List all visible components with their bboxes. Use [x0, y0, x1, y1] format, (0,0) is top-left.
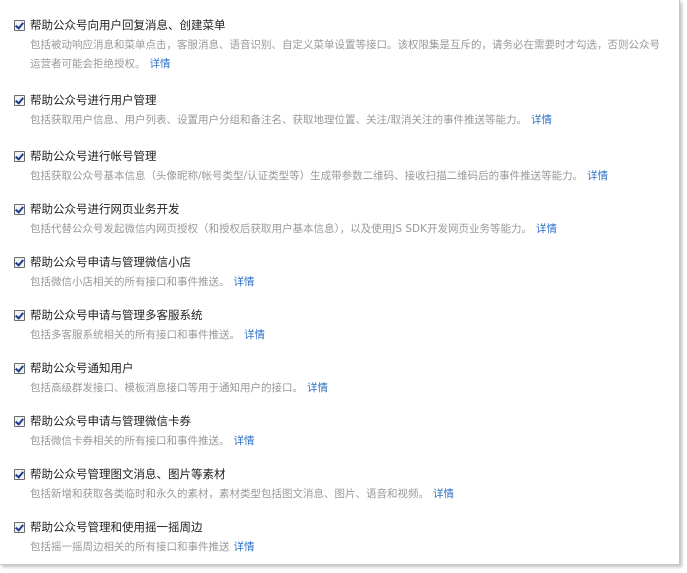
- permission-list: 帮助公众号向用户回复消息、创建菜单 包括被动响应消息和菜单点击，客服消息、语音识…: [14, 16, 674, 566]
- permission-item-web-development: 帮助公众号进行网页业务开发 包括代替公众号发起微信内网页授权（和授权后获取用户基…: [14, 200, 674, 253]
- permission-item-account-management: 帮助公众号进行帐号管理 包括获取公众号基本信息（头像昵称/帐号类型/认证类型等）…: [14, 147, 674, 200]
- permission-checkbox[interactable]: [14, 19, 25, 31]
- details-link[interactable]: 详情: [234, 435, 255, 447]
- details-link[interactable]: 详情: [234, 541, 255, 553]
- permission-checkbox[interactable]: [14, 415, 25, 427]
- permission-label: 帮助公众号申请与管理微信小店: [30, 255, 191, 269]
- permission-label: 帮助公众号进行网页业务开发: [30, 202, 180, 216]
- permission-label: 帮助公众号申请与管理微信卡券: [30, 414, 191, 428]
- permission-checkbox[interactable]: [14, 362, 25, 374]
- details-link[interactable]: 详情: [307, 382, 328, 394]
- details-link[interactable]: 详情: [433, 488, 454, 500]
- permission-description: 包括代替公众号发起微信内网页授权（和授权后获取用户基本信息），以及使用JS SD…: [30, 223, 532, 235]
- permission-checkbox[interactable]: [14, 256, 25, 268]
- permission-label: 帮助公众号通知用户: [30, 361, 134, 375]
- details-link[interactable]: 详情: [244, 329, 265, 341]
- permission-description: 包括多客服系统相关的所有接口和事件推送。: [30, 329, 240, 341]
- permission-item-wechat-store: 帮助公众号申请与管理微信小店 包括微信小店相关的所有接口和事件推送。 详情: [14, 253, 674, 306]
- permission-description: 包括被动响应消息和菜单点击，客服消息、语音识别、自定义菜单设置等接口。该权限集是…: [30, 39, 660, 70]
- permission-description: 包括微信小店相关的所有接口和事件推送。: [30, 276, 230, 288]
- permission-label: 帮助公众号进行用户管理: [30, 93, 157, 107]
- permission-description: 包括新增和获取各类临时和永久的素材，素材类型包括图文消息、图片、语音和视频。: [30, 488, 429, 500]
- details-link[interactable]: 详情: [536, 223, 557, 235]
- permission-label: 帮助公众号管理和使用摇一摇周边: [30, 520, 203, 534]
- permissions-panel: 帮助公众号向用户回复消息、创建菜单 包括被动响应消息和菜单点击，客服消息、语音识…: [0, 0, 680, 565]
- permission-description: 包括微信卡券相关的所有接口和事件推送。: [30, 435, 230, 447]
- permission-label: 帮助公众号申请与管理多客服系统: [30, 308, 203, 322]
- permission-item-customer-service: 帮助公众号申请与管理多客服系统 包括多客服系统相关的所有接口和事件推送。 详情: [14, 306, 674, 359]
- details-link[interactable]: 详情: [234, 276, 255, 288]
- permission-label: 帮助公众号进行帐号管理: [30, 149, 157, 163]
- permission-description: 包括获取用户信息、用户列表、设置用户分组和备注名、获取地理位置、关注/取消关注的…: [30, 114, 528, 126]
- permission-label: 帮助公众号向用户回复消息、创建菜单: [30, 18, 226, 32]
- details-link[interactable]: 详情: [587, 170, 608, 182]
- permission-checkbox[interactable]: [14, 203, 25, 215]
- permission-checkbox[interactable]: [14, 150, 25, 162]
- details-link[interactable]: 详情: [531, 114, 552, 126]
- permission-item-wechat-cards: 帮助公众号申请与管理微信卡券 包括微信卡券相关的所有接口和事件推送。 详情: [14, 412, 674, 465]
- permission-label: 帮助公众号管理图文消息、图片等素材: [30, 467, 226, 481]
- permission-description: 包括获取公众号基本信息（头像昵称/帐号类型/认证类型等）生成带参数二维码、接收扫…: [30, 170, 584, 182]
- permission-description: 包括摇一摇周边相关的所有接口和事件推送: [30, 541, 230, 553]
- permission-checkbox[interactable]: [14, 521, 25, 533]
- permission-checkbox[interactable]: [14, 94, 25, 106]
- permission-item-reply-menu: 帮助公众号向用户回复消息、创建菜单 包括被动响应消息和菜单点击，客服消息、语音识…: [14, 16, 674, 76]
- permission-description: 包括高级群发接口、模板消息接口等用于通知用户的接口。: [30, 382, 303, 394]
- permission-item-notify-users: 帮助公众号通知用户 包括高级群发接口、模板消息接口等用于通知用户的接口。 详情: [14, 359, 674, 412]
- permission-item-user-management: 帮助公众号进行用户管理 包括获取用户信息、用户列表、设置用户分组和备注名、获取地…: [14, 91, 674, 147]
- permission-item-shake-nearby: 帮助公众号管理和使用摇一摇周边 包括摇一摇周边相关的所有接口和事件推送 详情: [14, 518, 674, 566]
- permission-checkbox[interactable]: [14, 309, 25, 321]
- details-link[interactable]: 详情: [150, 58, 171, 70]
- permission-item-media-assets: 帮助公众号管理图文消息、图片等素材 包括新增和获取各类临时和永久的素材，素材类型…: [14, 465, 674, 518]
- permission-checkbox[interactable]: [14, 468, 25, 480]
